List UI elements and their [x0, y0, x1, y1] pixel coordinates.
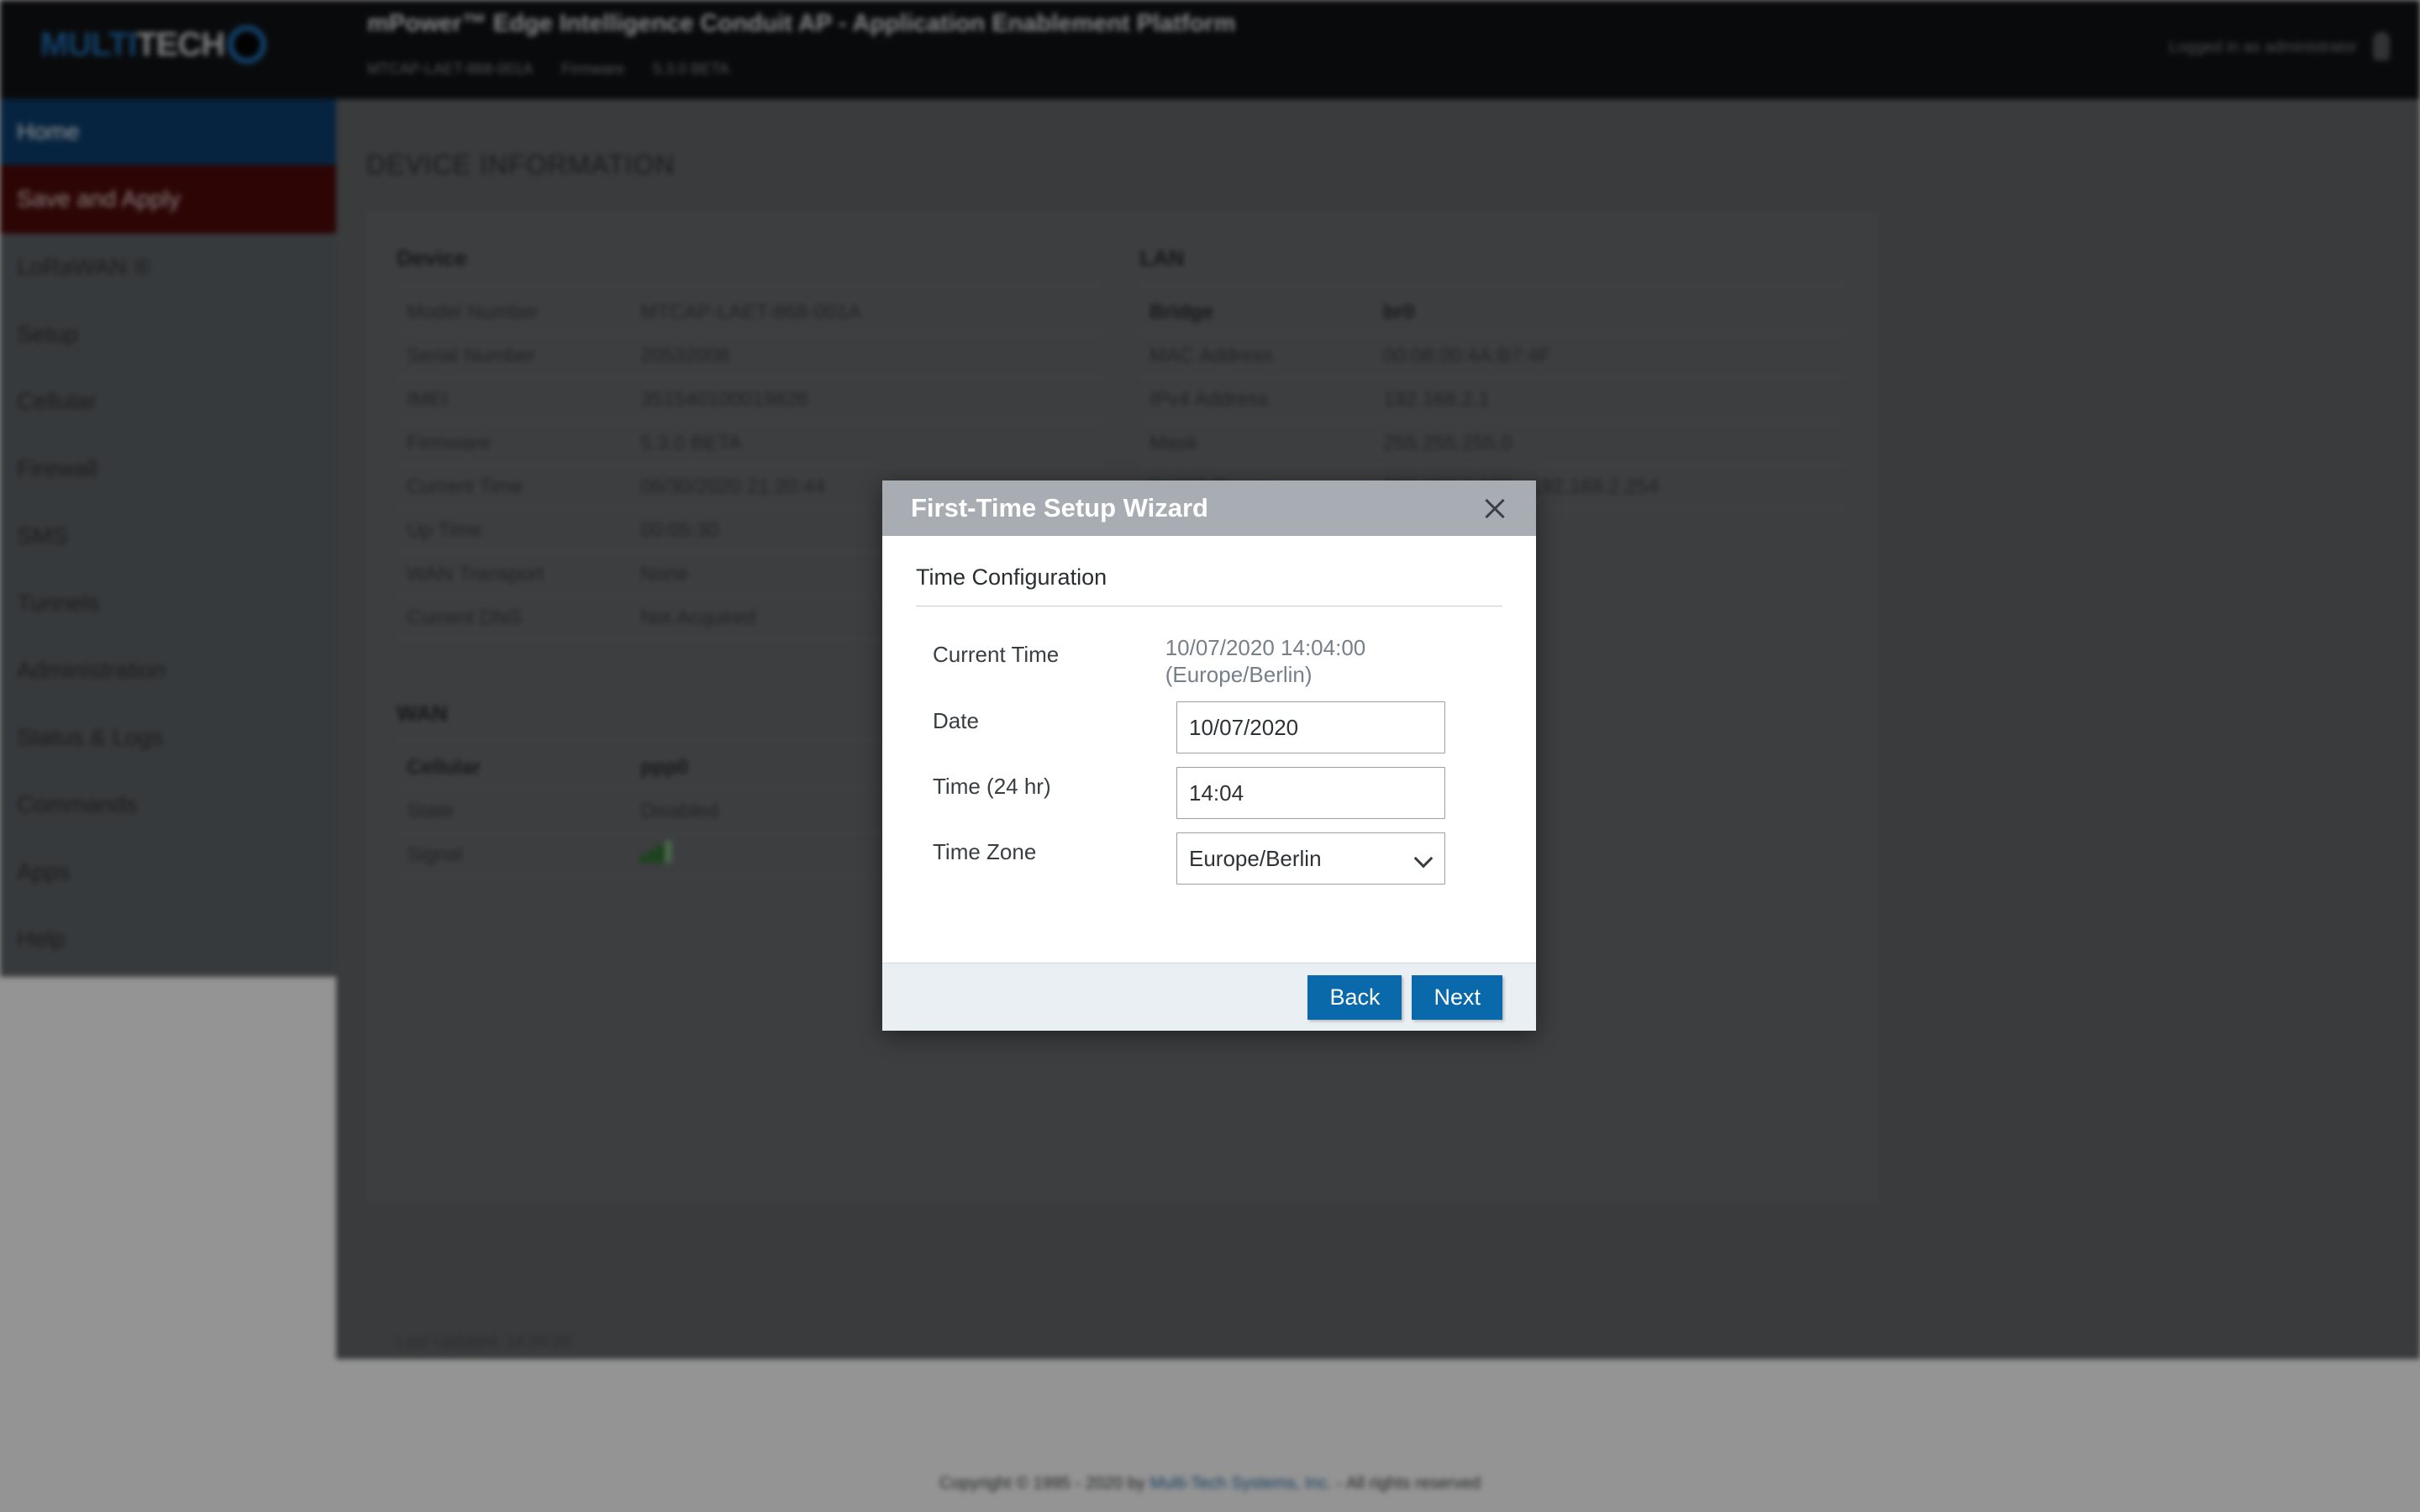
- timezone-select-wrapper: [1176, 832, 1445, 885]
- next-button[interactable]: Next: [1412, 975, 1502, 1020]
- timezone-row: Time Zone: [916, 832, 1502, 885]
- modal-title: First-Time Setup Wizard: [911, 493, 1208, 523]
- time-label: Time (24 hr): [916, 767, 1176, 800]
- date-input[interactable]: [1176, 701, 1445, 753]
- current-time-label: Current Time: [916, 635, 1165, 668]
- timezone-select[interactable]: [1176, 832, 1445, 885]
- time-row: Time (24 hr): [916, 767, 1502, 819]
- modal-body: Time Configuration Current Time 10/07/20…: [882, 536, 1536, 963]
- modal-footer: Back Next: [882, 963, 1536, 1031]
- close-icon[interactable]: [1477, 491, 1512, 526]
- time-input[interactable]: [1176, 767, 1445, 819]
- current-time-row: Current Time 10/07/2020 14:04:00 (Europe…: [916, 635, 1502, 688]
- date-label: Date: [916, 701, 1176, 734]
- time-configuration-heading: Time Configuration: [916, 564, 1502, 606]
- current-time-value: 10/07/2020 14:04:00 (Europe/Berlin): [1165, 635, 1502, 688]
- back-button[interactable]: Back: [1307, 975, 1402, 1020]
- timezone-label: Time Zone: [916, 832, 1176, 865]
- first-time-setup-wizard-dialog: First-Time Setup Wizard Time Configurati…: [882, 480, 1536, 1031]
- modal-header: First-Time Setup Wizard: [882, 480, 1536, 536]
- date-row: Date: [916, 701, 1502, 753]
